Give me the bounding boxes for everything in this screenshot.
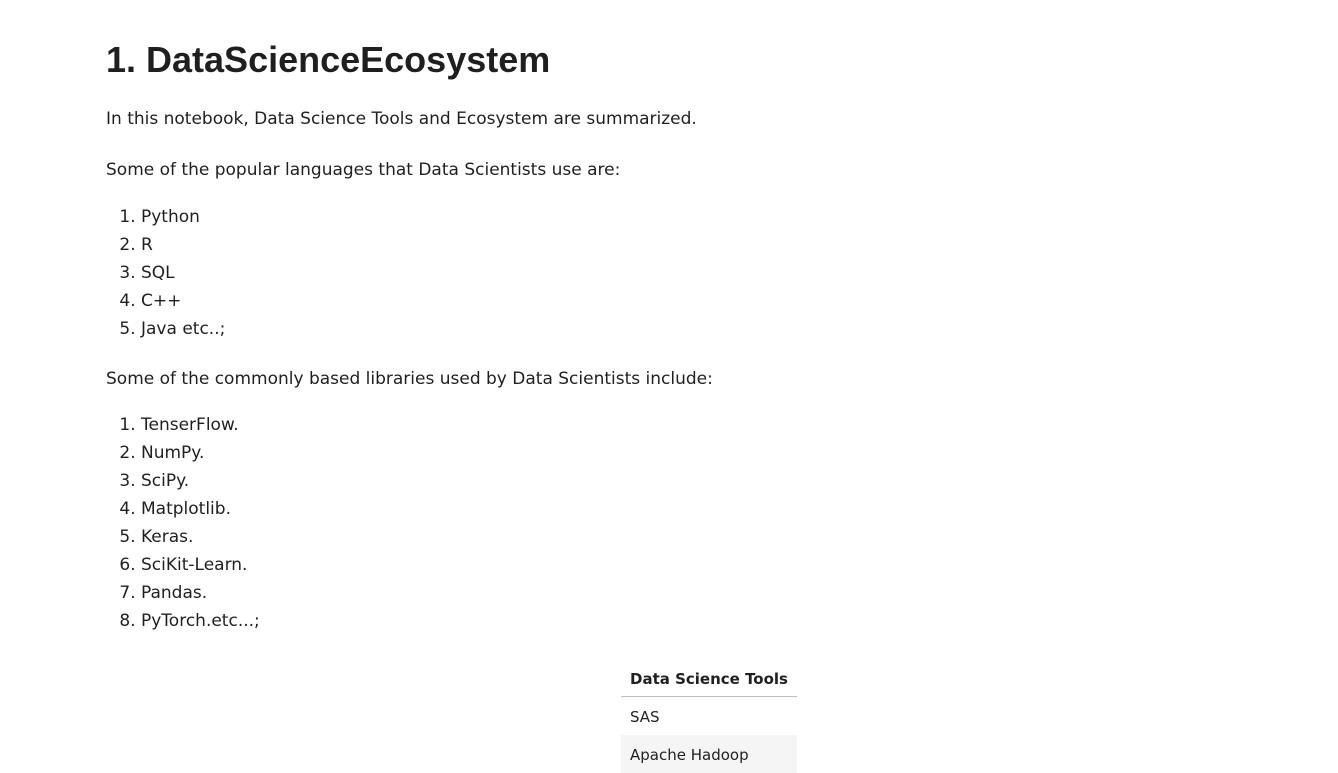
intro-text: In this notebook, Data Science Tools and… [106,109,697,129]
table-header-row: Data Science Tools [621,660,797,697]
list-item: SciPy. [141,467,260,495]
table-header-cell: Data Science Tools [621,660,797,697]
libraries-lead: Some of the commonly based libraries use… [106,369,713,389]
table-cell: SAS [630,707,660,726]
list-item: SQL [141,259,225,287]
list-item: Matplotlib. [141,495,260,523]
list-item: Keras. [141,523,260,551]
list-item: C++ [141,287,225,315]
list-item: SciKit-Learn. [141,551,260,579]
languages-lead: Some of the popular languages that Data … [106,160,621,180]
list-item: Pandas. [141,579,260,607]
languages-list: Python R SQL C++ Java etc..; [106,203,225,343]
list-item: NumPy. [141,439,260,467]
table-cell: Apache Hadoop [621,735,797,773]
list-item: Java etc..; [141,315,225,343]
page-title: 1. DataScienceEcosystem [106,39,551,80]
tools-table: Data Science Tools SAS Apache Hadoop [621,660,797,773]
libraries-list: TenserFlow. NumPy. SciPy. Matplotlib. Ke… [106,411,260,635]
table-row: SAS [621,697,797,736]
list-item: R [141,231,225,259]
list-item: PyTorch.etc...; [141,607,260,635]
table-row: Apache Hadoop [621,735,797,773]
list-item: Python [141,203,225,231]
list-item: TenserFlow. [141,411,260,439]
